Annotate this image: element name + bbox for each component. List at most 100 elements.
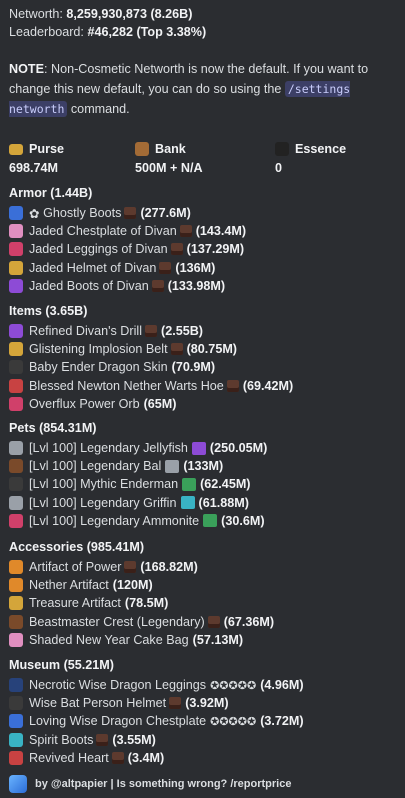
item-value: (137.29M) [186, 242, 245, 257]
hoe-icon [9, 378, 23, 393]
purse-stat: Purse 698.74M [9, 140, 64, 175]
item-value: (133.98M) [167, 278, 226, 293]
item-name: Artifact of Power [29, 560, 122, 574]
networth-value: 8,259,930,873 (8.26B) [66, 7, 193, 21]
nether-artifact-icon [9, 578, 23, 593]
divan-boots-icon [9, 278, 23, 293]
item-name: Jaded Leggings of Divan [29, 242, 168, 257]
essence-value: 0 [275, 161, 283, 175]
treasure-artifact-icon [9, 596, 23, 611]
item-value: (57.13M) [192, 632, 244, 647]
pet-item-icon [191, 441, 206, 455]
note-label: NOTE [9, 62, 44, 76]
ghostly-boots-icon [9, 206, 23, 220]
section-title: Pets (854.31M) [9, 421, 97, 435]
item-value: (133M) [183, 459, 224, 474]
essence-stat: Essence 0 [275, 140, 346, 175]
item-value: (70.9M) [171, 360, 216, 375]
item-value: (67.36M) [223, 614, 275, 629]
recombobulator-icon [170, 243, 183, 256]
item-name: [Lvl 100] Legendary Bal [29, 459, 162, 474]
footer-text: by @altpapier | Is something wrong? /rep… [35, 778, 292, 790]
item-value: (120M) [112, 578, 153, 593]
list-item: Wise Bat Person Helmet (3.92M) [9, 694, 229, 712]
chest-icon [135, 142, 149, 156]
divan-helmet-icon [9, 260, 23, 275]
item-value: (143.4M) [195, 224, 247, 239]
list-item: Shaded New Year Cake Bag (57.13M) [9, 631, 243, 649]
artifact-power-icon [9, 560, 23, 574]
item-name: Overflux Power Orb [29, 396, 140, 411]
recombobulator-icon [169, 697, 182, 710]
list-item: ✿ Ghostly Boots (277.6M) [9, 204, 191, 222]
list-item: [Lvl 100] Legendary Bal (133M) [9, 457, 223, 475]
list-item: Spirit Boots (3.55M) [9, 731, 156, 749]
recombobulator-icon [207, 615, 220, 628]
item-value: (61.88M) [198, 495, 249, 510]
section-title: Accessories (985.41M) [9, 540, 145, 554]
item-value: (3.55M) [112, 732, 156, 747]
divan-leggings-icon [9, 242, 23, 257]
item-stars: ✪✪✪✪✪ [210, 679, 257, 692]
note-paragraph: NOTE: Non-Cosmetic Networth is now the d… [9, 59, 401, 119]
pet-item-icon [203, 514, 218, 528]
pet-item-icon [165, 459, 180, 473]
list-item: [Lvl 100] Mythic Enderman (62.45M) [9, 475, 251, 493]
recombobulator-icon [226, 379, 239, 392]
item-name: Blessed Newton Nether Warts Hoe [29, 378, 224, 393]
item-name: Jaded Boots of Divan [29, 278, 149, 293]
pet-item-icon [182, 477, 197, 491]
belt-icon [9, 342, 23, 357]
item-value: (4.96M) [260, 678, 304, 692]
note-text-after: command. [67, 102, 130, 116]
item-value: (62.45M) [200, 477, 251, 492]
cake-bag-icon [9, 632, 23, 647]
recombobulator-icon [151, 279, 164, 292]
item-name: Necrotic Wise Dragon Leggings [29, 678, 207, 692]
list-item: [Lvl 100] Legendary Jellyfish (250.05M) [9, 439, 267, 457]
drill-icon [9, 324, 23, 338]
bank-value: 500M + N/A [135, 161, 203, 175]
recombobulator-icon [170, 343, 183, 356]
list-item: Glistening Implosion Belt (80.75M) [9, 340, 237, 358]
bot-logo-icon [9, 775, 27, 793]
list-item: Overflux Power Orb (65M) [9, 395, 176, 413]
dragon-skin-icon [9, 360, 23, 375]
list-item: [Lvl 100] Legendary Ammonite (30.6M) [9, 512, 265, 530]
recombobulator-icon [96, 733, 109, 746]
item-value: (3.4M) [127, 750, 165, 765]
enderman-icon [9, 477, 23, 492]
item-name: Treasure Artifact [29, 596, 121, 611]
list-item: Treasure Artifact (78.5M) [9, 594, 168, 612]
networth-label: Networth: [9, 7, 63, 21]
leaderboard-label: Leaderboard: [9, 25, 84, 39]
item-value: (65M) [143, 396, 177, 411]
list-item: Baby Ender Dragon Skin (70.9M) [9, 358, 215, 376]
leaderboard-line: Leaderboard: #46,282 (Top 3.38%) [9, 24, 206, 41]
stats-row: Purse 698.74M Bank 500M + N/A Essence 0 [9, 140, 401, 180]
divan-chestplate-icon [9, 224, 23, 239]
pet-item-icon [180, 496, 195, 510]
revived-heart-icon [9, 750, 23, 765]
spirit-boots-icon [9, 732, 23, 747]
item-name: Glistening Implosion Belt [29, 342, 168, 357]
item-name: Baby Ender Dragon Skin [29, 360, 168, 375]
item-name: Refined Divan's Drill [29, 324, 142, 338]
item-name: [Lvl 100] Legendary Griffin [29, 495, 177, 510]
section-title: Museum (55.21M) [9, 658, 114, 672]
list-item: Jaded Chestplate of Divan (143.4M) [9, 222, 246, 240]
item-prefix: ✿ [29, 206, 44, 221]
item-value: (3.92M) [185, 696, 229, 711]
item-value: (69.42M) [242, 378, 294, 393]
item-value: (250.05M) [209, 441, 268, 455]
item-value: (78.5M) [124, 596, 169, 611]
item-value: (168.82M) [140, 560, 198, 574]
list-item: Blessed Newton Nether Warts Hoe (69.42M) [9, 377, 293, 395]
item-name: Beastmaster Crest (Legendary) [29, 614, 205, 629]
bank-stat: Bank 500M + N/A [135, 140, 203, 175]
item-stars: ✪✪✪✪✪ [210, 715, 257, 728]
jellyfish-icon [9, 441, 23, 455]
item-name: [Lvl 100] Legendary Jellyfish [29, 441, 188, 455]
networth-embed: Networth: 8,259,930,873 (8.26B) Leaderbo… [0, 0, 405, 798]
wise-leggings-icon [9, 678, 23, 692]
